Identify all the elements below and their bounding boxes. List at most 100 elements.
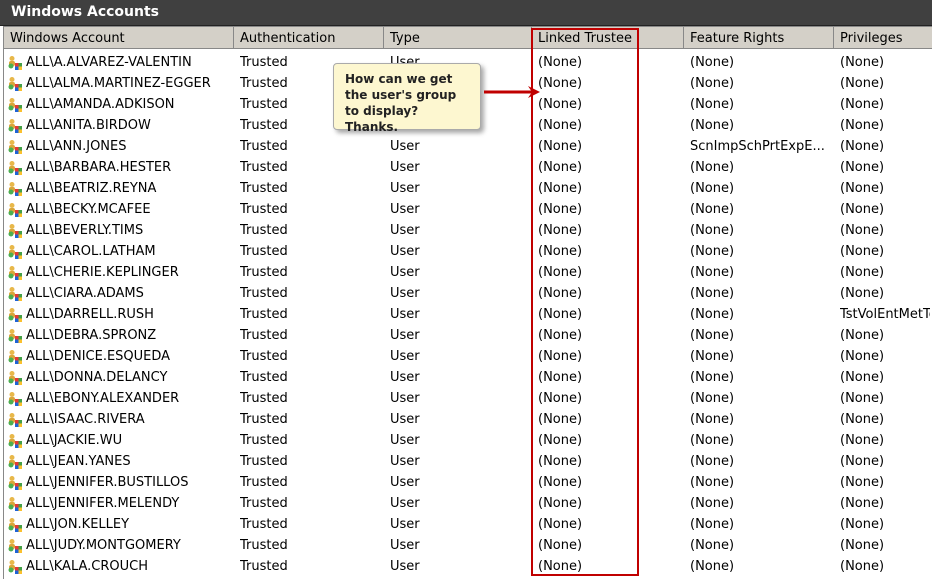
cell-authentication: Trusted	[240, 349, 288, 364]
table-row[interactable]: ALL\KALA.CROUCH Trusted User (None) (None) (N…	[4, 557, 932, 578]
header-windows-account[interactable]: Windows Account	[4, 27, 234, 49]
cell-type: User	[390, 412, 420, 427]
user-account-icon	[7, 454, 23, 470]
table-row[interactable]: ALL\BEVERLY.TIMS Trusted User (None) (None) (…	[4, 221, 932, 242]
header-feature-rights[interactable]: Feature Rights	[684, 27, 834, 49]
cell-feature-rights: (None)	[690, 181, 735, 196]
cell-account-name: ALL\JEAN.YANES	[26, 454, 131, 469]
user-account-icon	[7, 496, 23, 512]
cell-feature-rights: (None)	[690, 538, 735, 553]
cell-authentication: Trusted	[240, 391, 288, 406]
cell-privileges: (None)	[840, 412, 885, 427]
cell-authentication: Trusted	[240, 244, 288, 259]
header-authentication[interactable]: Authentication	[234, 27, 384, 49]
cell-privileges: (None)	[840, 202, 885, 217]
cell-linked-trustee: (None)	[538, 76, 583, 91]
cell-privileges: (None)	[840, 76, 885, 91]
user-account-icon	[7, 286, 23, 302]
cell-feature-rights: (None)	[690, 349, 735, 364]
cell-feature-rights: (None)	[690, 244, 735, 259]
table-row[interactable]: ALL\JUDY.MONTGOMERY Trusted User (None) (Non…	[4, 536, 932, 557]
table-row[interactable]: ALL\JON.KELLEY Trusted User (None) (None) (No…	[4, 515, 932, 536]
cell-type: User	[390, 139, 420, 154]
cell-type: User	[390, 202, 420, 217]
table-row[interactable]: ALL\BEATRIZ.REYNA Trusted User (None) (None)…	[4, 179, 932, 200]
cell-authentication: Trusted	[240, 160, 288, 175]
user-account-icon	[7, 76, 23, 92]
cell-privileges: (None)	[840, 118, 885, 133]
cell-feature-rights: (None)	[690, 517, 735, 532]
cell-account-name: ALL\DENICE.ESQUEDA	[26, 349, 171, 364]
table-row[interactable]: ALL\JEAN.YANES Trusted User (None) (None) (No…	[4, 452, 932, 473]
cell-account-name: ALL\JON.KELLEY	[26, 517, 130, 532]
table-row[interactable]: ALL\CIARA.ADAMS Trusted User (None) (None) (N…	[4, 284, 932, 305]
cell-privileges: (None)	[840, 55, 885, 70]
cell-feature-rights: (None)	[690, 160, 735, 175]
table-row[interactable]: ALL\JENNIFER.MELENDY Trusted User (None) (No…	[4, 494, 932, 515]
cell-linked-trustee: (None)	[538, 538, 583, 553]
cell-account-name: ALL\DONNA.DELANCY	[26, 370, 168, 385]
cell-authentication: Trusted	[240, 307, 288, 322]
cell-account-name: ALL\DARRELL.RUSH	[26, 307, 154, 322]
cell-feature-rights: (None)	[690, 223, 735, 238]
cell-type: User	[390, 496, 420, 511]
table-row[interactable]: ALL\ANN.JONES Trusted User (None) ScnImpSchP…	[4, 137, 932, 158]
cell-feature-rights: (None)	[690, 307, 735, 322]
table-row[interactable]: ALL\BECKY.MCAFEE Trusted User (None) (None) (…	[4, 200, 932, 221]
user-account-icon	[7, 265, 23, 281]
table-row[interactable]: ALL\JACKIE.WU Trusted User (None) (None) (Non…	[4, 431, 932, 452]
header-type[interactable]: Type	[384, 27, 532, 49]
cell-linked-trustee: (None)	[538, 55, 583, 70]
cell-linked-trustee: (None)	[538, 265, 583, 280]
cell-privileges: (None)	[840, 391, 885, 406]
cell-type: User	[390, 538, 420, 553]
header-privileges[interactable]: Privileges	[834, 27, 932, 49]
user-account-icon	[7, 181, 23, 197]
cell-privileges: (None)	[840, 139, 885, 154]
cell-account-name: ALL\ANITA.BIRDOW	[26, 118, 151, 133]
annotation-arrow-icon	[484, 86, 540, 98]
user-account-icon	[7, 349, 23, 365]
cell-authentication: Trusted	[240, 286, 288, 301]
cell-authentication: Trusted	[240, 412, 288, 427]
cell-linked-trustee: (None)	[538, 139, 583, 154]
table-row[interactable]: ALL\EBONY.ALEXANDER Trusted User (None) (Non…	[4, 389, 932, 410]
cell-linked-trustee: (None)	[538, 517, 583, 532]
cell-type: User	[390, 307, 420, 322]
cell-account-name: ALL\BECKY.MCAFEE	[26, 202, 151, 217]
cell-account-name: ALL\ISAAC.RIVERA	[26, 412, 145, 427]
user-account-icon	[7, 244, 23, 260]
cell-linked-trustee: (None)	[538, 559, 583, 574]
cell-account-name: ALL\CIARA.ADAMS	[26, 286, 144, 301]
cell-feature-rights: (None)	[690, 118, 735, 133]
user-account-icon	[7, 538, 23, 554]
cell-linked-trustee: (None)	[538, 370, 583, 385]
user-account-icon	[7, 223, 23, 239]
user-account-icon	[7, 139, 23, 155]
annotation-callout: How can we get the user's group to displ…	[333, 63, 481, 134]
table-row[interactable]: ALL\ISAAC.RIVERA Trusted User (None) (None) (…	[4, 410, 932, 431]
cell-feature-rights: (None)	[690, 328, 735, 343]
table-row[interactable]: ALL\BARBARA.HESTER Trusted User (None) (None…	[4, 158, 932, 179]
header-linked-trustee[interactable]: Linked Trustee	[532, 27, 684, 49]
user-account-icon	[7, 391, 23, 407]
table-row[interactable]: ALL\DENICE.ESQUEDA Trusted User (None) (None…	[4, 347, 932, 368]
user-account-icon	[7, 475, 23, 491]
table-row[interactable]: ALL\DEBRA.SPRONZ Trusted User (None) (None) (…	[4, 326, 932, 347]
table-row[interactable]: ALL\CHERIE.KEPLINGER Trusted User (None) (No…	[4, 263, 932, 284]
cell-privileges: (None)	[840, 160, 885, 175]
table-row[interactable]: ALL\CAROL.LATHAM Trusted User (None) (None) (…	[4, 242, 932, 263]
cell-privileges: (None)	[840, 433, 885, 448]
cell-authentication: Trusted	[240, 328, 288, 343]
cell-account-name: ALL\ALMA.MARTINEZ-EGGER	[26, 76, 211, 91]
table-row[interactable]: ALL\DONNA.DELANCY Trusted User (None) (None)…	[4, 368, 932, 389]
table-row[interactable]: ALL\DARRELL.RUSH Trusted User (None) (None) T…	[4, 305, 932, 326]
cell-privileges: (None)	[840, 475, 885, 490]
cell-linked-trustee: (None)	[538, 307, 583, 322]
cell-feature-rights: ScnImpSchPrtExpE...	[690, 139, 825, 154]
cell-type: User	[390, 286, 420, 301]
cell-feature-rights: (None)	[690, 433, 735, 448]
table-row[interactable]: ALL\JENNIFER.BUSTILLOS Trusted User (None) (…	[4, 473, 932, 494]
cell-authentication: Trusted	[240, 265, 288, 280]
cell-linked-trustee: (None)	[538, 160, 583, 175]
